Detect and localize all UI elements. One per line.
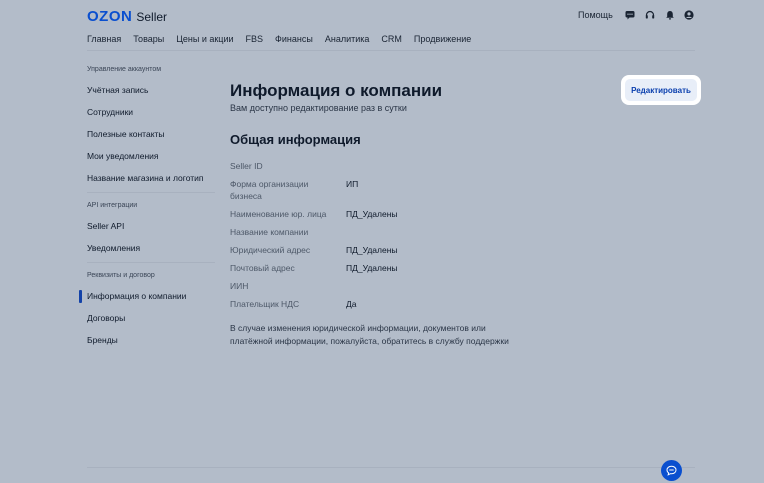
footer-divider	[87, 467, 695, 468]
profile-icon[interactable]	[684, 10, 694, 20]
nav-item-promotion[interactable]: Продвижение	[414, 34, 471, 44]
logo-ozon-text: OZON	[87, 8, 133, 25]
sidebar-item-employees[interactable]: Сотрудники	[87, 107, 133, 117]
sidebar-item-api-notifications[interactable]: Уведомления	[87, 243, 140, 253]
sidebar-section-account: Управление аккаунтом	[87, 66, 162, 73]
nav-item-analytics[interactable]: Аналитика	[325, 34, 370, 44]
field-label-postal-address: Почтовый адрес	[230, 263, 295, 273]
nav-item-fbs[interactable]: FBS	[246, 34, 264, 44]
field-value-vat-payer: Да	[346, 299, 357, 309]
nav-item-finance[interactable]: Финансы	[275, 34, 313, 44]
main-navigation: Главная Товары Цены и акции FBS Финансы …	[87, 34, 483, 44]
nav-divider	[87, 50, 695, 51]
edit-button-highlight: Редактировать	[621, 75, 701, 105]
support-note: В случае изменения юридической информаци…	[230, 323, 509, 346]
field-value-business-form: ИП	[346, 179, 359, 189]
support-chat-icon	[666, 465, 677, 476]
sidebar-section-requisites: Реквизиты и договор	[87, 272, 155, 279]
nav-item-home[interactable]: Главная	[87, 34, 121, 44]
sidebar-item-notifications[interactable]: Мои уведомления	[87, 151, 159, 161]
ozon-seller-logo[interactable]: OZON Seller	[87, 8, 167, 25]
field-label-iin: ИИН	[230, 281, 249, 291]
sidebar-divider	[87, 262, 215, 263]
sidebar-item-seller-api[interactable]: Seller API	[87, 221, 124, 231]
field-label-business-form: Форма организации бизнеса	[230, 179, 309, 201]
support-chat-button[interactable]	[661, 460, 682, 481]
field-label-company-name: Название компании	[230, 227, 309, 237]
page-title: Информация о компании	[230, 81, 443, 100]
sidebar-item-account[interactable]: Учётная запись	[87, 85, 149, 95]
edit-button[interactable]: Редактировать	[625, 79, 697, 101]
logo-seller-text: Seller	[136, 10, 168, 24]
field-label-seller-id: Seller ID	[230, 161, 263, 171]
sidebar-item-contracts[interactable]: Договоры	[87, 313, 125, 323]
chat-icon[interactable]	[625, 10, 635, 20]
field-value-legal-address: ПД_Удалены	[346, 245, 398, 255]
sidebar-item-contacts[interactable]: Полезные контакты	[87, 129, 165, 139]
field-value-postal-address: ПД_Удалены	[346, 263, 398, 273]
page-subtitle: Вам доступно редактирование раз в сутки	[230, 103, 407, 113]
sidebar-item-company-info[interactable]: Информация о компании	[87, 291, 186, 301]
help-link[interactable]: Помощь	[578, 10, 613, 20]
active-item-indicator	[79, 290, 82, 303]
nav-item-products[interactable]: Товары	[133, 34, 164, 44]
sidebar-item-brands[interactable]: Бренды	[87, 335, 118, 345]
field-label-legal-address: Юридический адрес	[230, 245, 311, 255]
field-value-legal-name: ПД_Удалены	[346, 209, 398, 219]
sidebar-item-store-name-logo[interactable]: Название магазина и логотип	[87, 173, 203, 183]
field-label-legal-name: Наименование юр. лица	[230, 209, 327, 219]
headset-icon[interactable]	[645, 10, 655, 20]
top-header: OZON Seller Помощь	[0, 0, 764, 32]
section-title-general: Общая информация	[230, 132, 361, 147]
field-label-vat-payer: Плательщик НДС	[230, 299, 300, 309]
sidebar-divider	[87, 192, 215, 193]
nav-item-crm[interactable]: CRM	[381, 34, 402, 44]
sidebar-section-api: API интеграции	[87, 202, 138, 209]
bell-icon[interactable]	[665, 10, 675, 20]
nav-item-prices[interactable]: Цены и акции	[176, 34, 233, 44]
